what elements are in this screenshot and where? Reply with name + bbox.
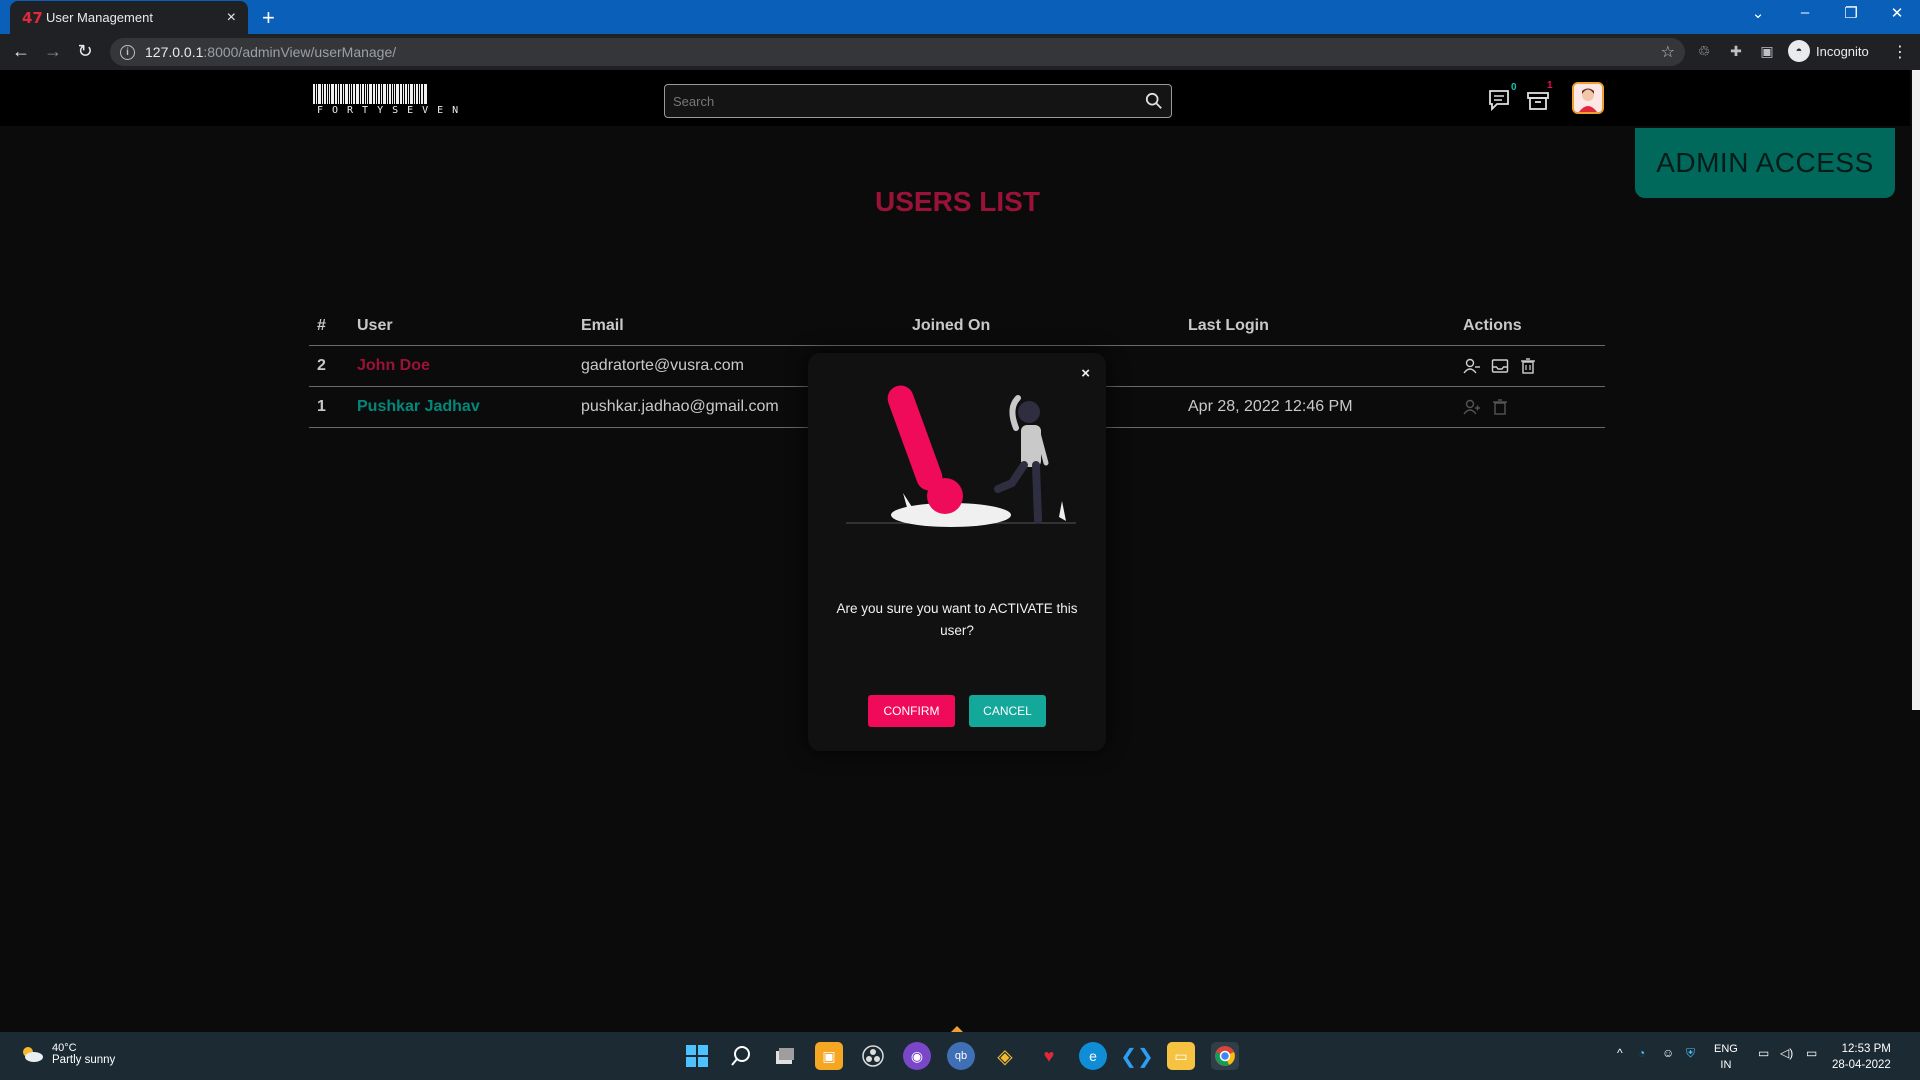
qbittorrent-icon[interactable]: qb	[947, 1042, 975, 1070]
add-user-icon-disabled	[1463, 399, 1480, 415]
binance-icon[interactable]: ◈	[991, 1042, 1019, 1070]
column-header-last-login: Last Login	[1188, 316, 1269, 334]
search-input[interactable]	[673, 93, 1145, 109]
barcode-logo-icon	[313, 84, 483, 104]
messages-icon[interactable]	[1486, 86, 1514, 114]
table-header: # User Email Joined On Last Login Action…	[309, 306, 1605, 346]
modal-close-icon[interactable]: ×	[1081, 365, 1090, 382]
heart-app-icon[interactable]: ♥	[1035, 1042, 1063, 1070]
confirm-modal: × Are you sure you want to ACTIVATE this…	[808, 353, 1106, 751]
language-indicator[interactable]: ENG IN	[1714, 1041, 1738, 1073]
avatar[interactable]	[1572, 82, 1604, 114]
discord-icon[interactable]: ☺	[1662, 1046, 1674, 1060]
minimize-icon[interactable]: –	[1790, 4, 1820, 21]
address-bar[interactable]: i 127.0.0.1 :8000/adminView/userManage/ …	[110, 38, 1685, 66]
mail-icon[interactable]	[1491, 357, 1509, 375]
github-desktop-icon[interactable]: ◉	[903, 1042, 931, 1070]
recycle-icon[interactable]: ♲	[1694, 43, 1714, 60]
tab-search-icon[interactable]: ⌄	[1743, 4, 1773, 22]
site-logo[interactable]: FORTYSEVEN	[313, 84, 483, 116]
row-actions	[1463, 398, 1603, 416]
page-scrollbar[interactable]	[1912, 70, 1920, 710]
logo-text: FORTYSEVEN	[317, 105, 468, 116]
tab-favicon-icon: 47	[22, 8, 43, 27]
incognito-profile[interactable]: ◓ Incognito	[1788, 40, 1869, 62]
column-header-email: Email	[581, 316, 624, 334]
site-header: FORTYSEVEN 0 1	[0, 70, 1910, 126]
back-icon[interactable]: ←	[10, 41, 32, 62]
column-header-number: #	[317, 316, 326, 334]
url-host: 127.0.0.1	[145, 44, 204, 60]
file-explorer-icon[interactable]: ▭	[1167, 1042, 1195, 1070]
weather-temp: 40°C	[52, 1042, 77, 1054]
delete-icon[interactable]	[1519, 357, 1537, 375]
column-header-user: User	[357, 316, 393, 334]
search-icon[interactable]	[1145, 92, 1163, 110]
row-number: 1	[317, 398, 326, 415]
site-info-icon[interactable]: i	[120, 44, 135, 60]
column-header-joined: Joined On	[912, 316, 991, 334]
cancel-button[interactable]: CANCEL	[969, 695, 1046, 727]
vscode-icon[interactable]: ❮❯	[1120, 1042, 1154, 1070]
search-box[interactable]	[664, 84, 1172, 118]
page-title: USERS LIST	[875, 186, 1040, 217]
tray-overflow-icon[interactable]: ^	[1617, 1046, 1623, 1060]
close-window-icon[interactable]: ✕	[1882, 4, 1912, 22]
incognito-icon: ◓	[1788, 40, 1810, 62]
taskbar: 40°C Partly sunny ▣ ◉ qb ◈ ♥ e ❮❯ ▭ ^ ◔ …	[0, 1032, 1920, 1080]
column-header-actions: Actions	[1463, 316, 1522, 334]
security-icon[interactable]: ⛨	[1686, 1046, 1695, 1061]
side-panel-icon[interactable]: ▣	[1757, 43, 1777, 60]
warning-illustration-icon	[846, 385, 1076, 527]
clock-time: 12:53 PM	[1841, 1043, 1891, 1055]
lang-code: ENG	[1714, 1043, 1738, 1055]
clock-date: 28-04-2022	[1832, 1059, 1891, 1071]
chrome-icon[interactable]	[1211, 1042, 1239, 1070]
browser-titlebar: 47 User Management × + ⌄ – ❐ ✕	[0, 0, 1920, 34]
user-name-link[interactable]: John Doe	[357, 357, 581, 375]
restore-icon[interactable]: ❐	[1836, 4, 1866, 22]
activate-user-icon[interactable]	[1463, 357, 1481, 375]
obs-icon[interactable]	[859, 1042, 887, 1070]
task-view-icon[interactable]	[771, 1042, 799, 1070]
network-icon[interactable]: ▭	[1758, 1046, 1769, 1060]
browser-toolbar: ← → ↻ i 127.0.0.1 :8000/adminView/userMa…	[0, 34, 1920, 70]
clock[interactable]: 12:53 PM 28-04-2022	[1832, 1041, 1891, 1073]
user-name-link[interactable]: Pushkar Jadhav	[357, 398, 581, 416]
battery-icon[interactable]: ▭	[1806, 1046, 1817, 1060]
lang-region: IN	[1720, 1059, 1732, 1071]
page: FORTYSEVEN 0 1	[0, 70, 1920, 1030]
browser-tab[interactable]: 47 User Management ×	[10, 1, 248, 34]
partly-sunny-icon	[23, 1047, 43, 1062]
archive-badge: 1	[1547, 80, 1553, 91]
user-last-login: Apr 28, 2022 12:46 PM	[1188, 398, 1353, 415]
edge-icon[interactable]: e	[1079, 1042, 1107, 1070]
weather-widget[interactable]: 40°C Partly sunny	[20, 1042, 115, 1066]
modal-message: Are you sure you want to ACTIVATE this u…	[836, 601, 1078, 638]
weather-condition: Partly sunny	[52, 1054, 116, 1066]
tab-close-icon[interactable]: ×	[227, 9, 236, 26]
url-path: :8000/adminView/userManage/	[203, 44, 397, 60]
forward-icon[interactable]: →	[42, 41, 64, 62]
user-avatar-icon	[1574, 84, 1602, 112]
reload-icon[interactable]: ↻	[74, 41, 96, 62]
tray-clock-app-icon[interactable]: ◔	[1638, 1046, 1645, 1060]
new-tab-icon[interactable]: +	[262, 5, 275, 31]
row-number: 2	[317, 357, 326, 374]
extensions-icon[interactable]: ✚	[1726, 43, 1746, 60]
browser-menu-icon[interactable]: ⋮	[1892, 42, 1908, 62]
row-actions	[1463, 357, 1603, 375]
tab-title: User Management	[46, 10, 153, 25]
bookmark-star-icon[interactable]: ☆	[1661, 42, 1675, 62]
delete-icon-disabled	[1493, 399, 1507, 415]
messages-badge: 0	[1511, 82, 1517, 93]
search-taskbar-icon[interactable]	[727, 1042, 755, 1070]
volume-icon[interactable]: ◁)	[1780, 1046, 1793, 1060]
incognito-label: Incognito	[1816, 43, 1869, 59]
confirm-button[interactable]: CONFIRM	[868, 695, 955, 727]
start-icon[interactable]	[683, 1042, 711, 1070]
office-app-icon[interactable]: ▣	[815, 1042, 843, 1070]
